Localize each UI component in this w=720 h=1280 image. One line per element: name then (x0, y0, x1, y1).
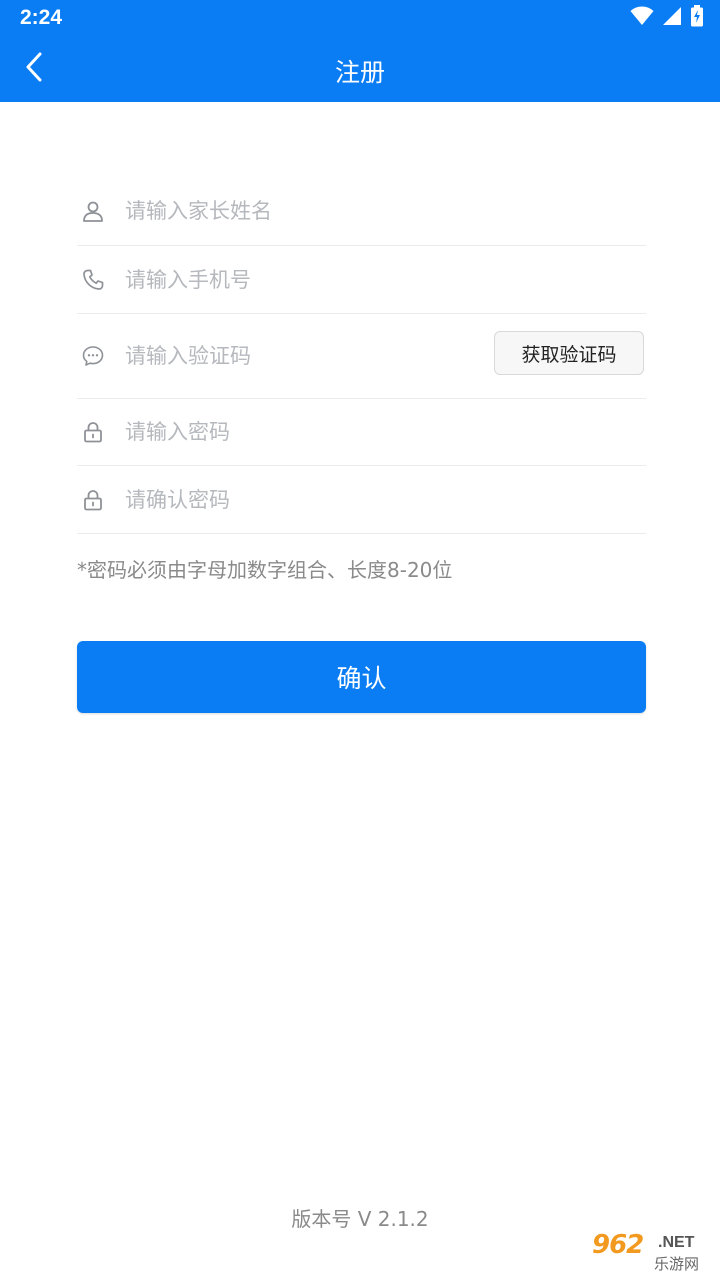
battery-charging-icon (690, 5, 704, 31)
confirm-button[interactable]: 确认 (77, 641, 646, 713)
status-icons (630, 5, 704, 31)
name-row (77, 176, 646, 246)
password-input[interactable] (125, 420, 465, 444)
lock-icon (79, 486, 107, 514)
version-label: 版本号 V 2.1.2 (291, 1207, 429, 1231)
phone-icon (79, 266, 107, 294)
get-code-button[interactable]: 获取验证码 (494, 331, 644, 375)
phone-input[interactable] (125, 267, 465, 292)
message-icon (79, 342, 107, 370)
password-hint: *密码必须由字母加数字组合、长度8-20位 (77, 558, 453, 582)
status-time: 2:24 (20, 6, 63, 29)
phone-row (77, 246, 646, 314)
watermark-main: 962 (592, 1230, 644, 1260)
password-confirm-input[interactable] (125, 487, 465, 512)
page-title: 注册 (334, 58, 385, 87)
password-row (77, 399, 646, 466)
wifi-icon (630, 6, 654, 30)
parent-name-input[interactable] (125, 198, 465, 223)
code-row: 获取验证码 (77, 314, 646, 399)
watermark-sub: 乐游网 (654, 1255, 700, 1273)
watermark-logo: 962 .NET 乐游网 (584, 1230, 712, 1276)
verification-code-input[interactable] (125, 344, 425, 368)
user-icon (79, 197, 107, 225)
app-bar: 注册 (0, 36, 720, 102)
lock-icon (79, 418, 107, 446)
signal-icon (662, 6, 682, 30)
register-form: 获取验证码 (77, 176, 646, 534)
password-confirm-row (77, 466, 646, 534)
status-bar: 2:24 (0, 0, 720, 36)
watermark-suffix: .NET (658, 1234, 695, 1251)
